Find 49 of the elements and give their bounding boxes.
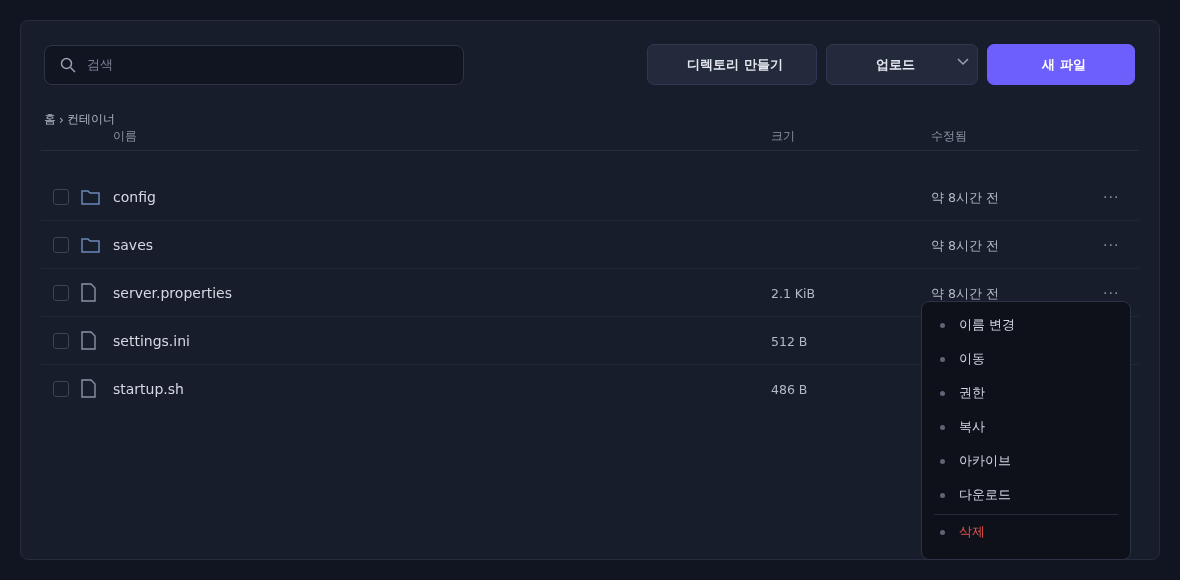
bullet-icon [940, 424, 945, 430]
menu-item[interactable]: 이동 [934, 342, 1118, 376]
more-button[interactable]: ··· [1099, 284, 1124, 301]
checkbox[interactable] [53, 332, 69, 349]
file-name[interactable]: server.properties [113, 284, 771, 301]
search-icon [60, 56, 76, 73]
modified-time: 약 8시간 전 [931, 237, 999, 253]
menu-item[interactable]: 이름 변경 [934, 308, 1118, 342]
column-header: 크기 [771, 128, 796, 145]
caret-icon [957, 58, 969, 66]
bullet-icon [940, 458, 945, 464]
checkbox[interactable] [53, 284, 69, 301]
file-size: 486 B [771, 382, 808, 397]
bullet-icon [940, 390, 945, 396]
modified-time: 약 8시간 전 [931, 285, 999, 301]
menu-item[interactable]: 복사 [934, 410, 1118, 444]
file-icon [81, 331, 96, 350]
file-name[interactable]: saves [113, 236, 771, 253]
bullet-icon [940, 356, 945, 362]
breadcrumb-separator: › [59, 112, 64, 127]
create-directory-button[interactable]: 디렉토리 만들기 [647, 44, 817, 85]
breadcrumb-link[interactable]: 컨테이너 [66, 111, 115, 128]
menu-item[interactable]: 다운로드 [934, 478, 1118, 512]
checkbox[interactable] [53, 380, 69, 397]
menu-item[interactable]: 권한 [934, 376, 1118, 410]
bullet-icon [940, 529, 945, 535]
file-icon [81, 379, 96, 398]
more-button[interactable]: ··· [1099, 188, 1124, 205]
file-name[interactable]: settings.ini [113, 332, 771, 349]
checkbox[interactable] [53, 236, 69, 253]
file-name[interactable]: startup.sh [113, 380, 771, 397]
file-size: 2.1 KiB [771, 286, 816, 301]
more-button[interactable]: ··· [1099, 236, 1124, 253]
folder-icon [81, 188, 100, 205]
folder-icon [81, 236, 100, 253]
file-size: 512 B [771, 334, 808, 349]
file-name[interactable]: config [113, 188, 771, 205]
bullet-icon [940, 322, 945, 328]
menu-item[interactable]: 아카이브 [934, 444, 1118, 478]
column-header: 이름 [113, 128, 138, 145]
bullet-icon [940, 492, 945, 498]
breadcrumb-link[interactable]: 홈 [44, 111, 56, 128]
new-file-button[interactable]: 새 파일 [987, 44, 1135, 85]
checkbox[interactable] [53, 188, 69, 205]
search-field[interactable]: 검색 [44, 44, 464, 85]
column-header: 수정됨 [931, 128, 968, 145]
upload-button[interactable]: 업로드 [826, 44, 978, 85]
file-icon [81, 283, 96, 302]
modified-time: 약 8시간 전 [931, 189, 999, 205]
